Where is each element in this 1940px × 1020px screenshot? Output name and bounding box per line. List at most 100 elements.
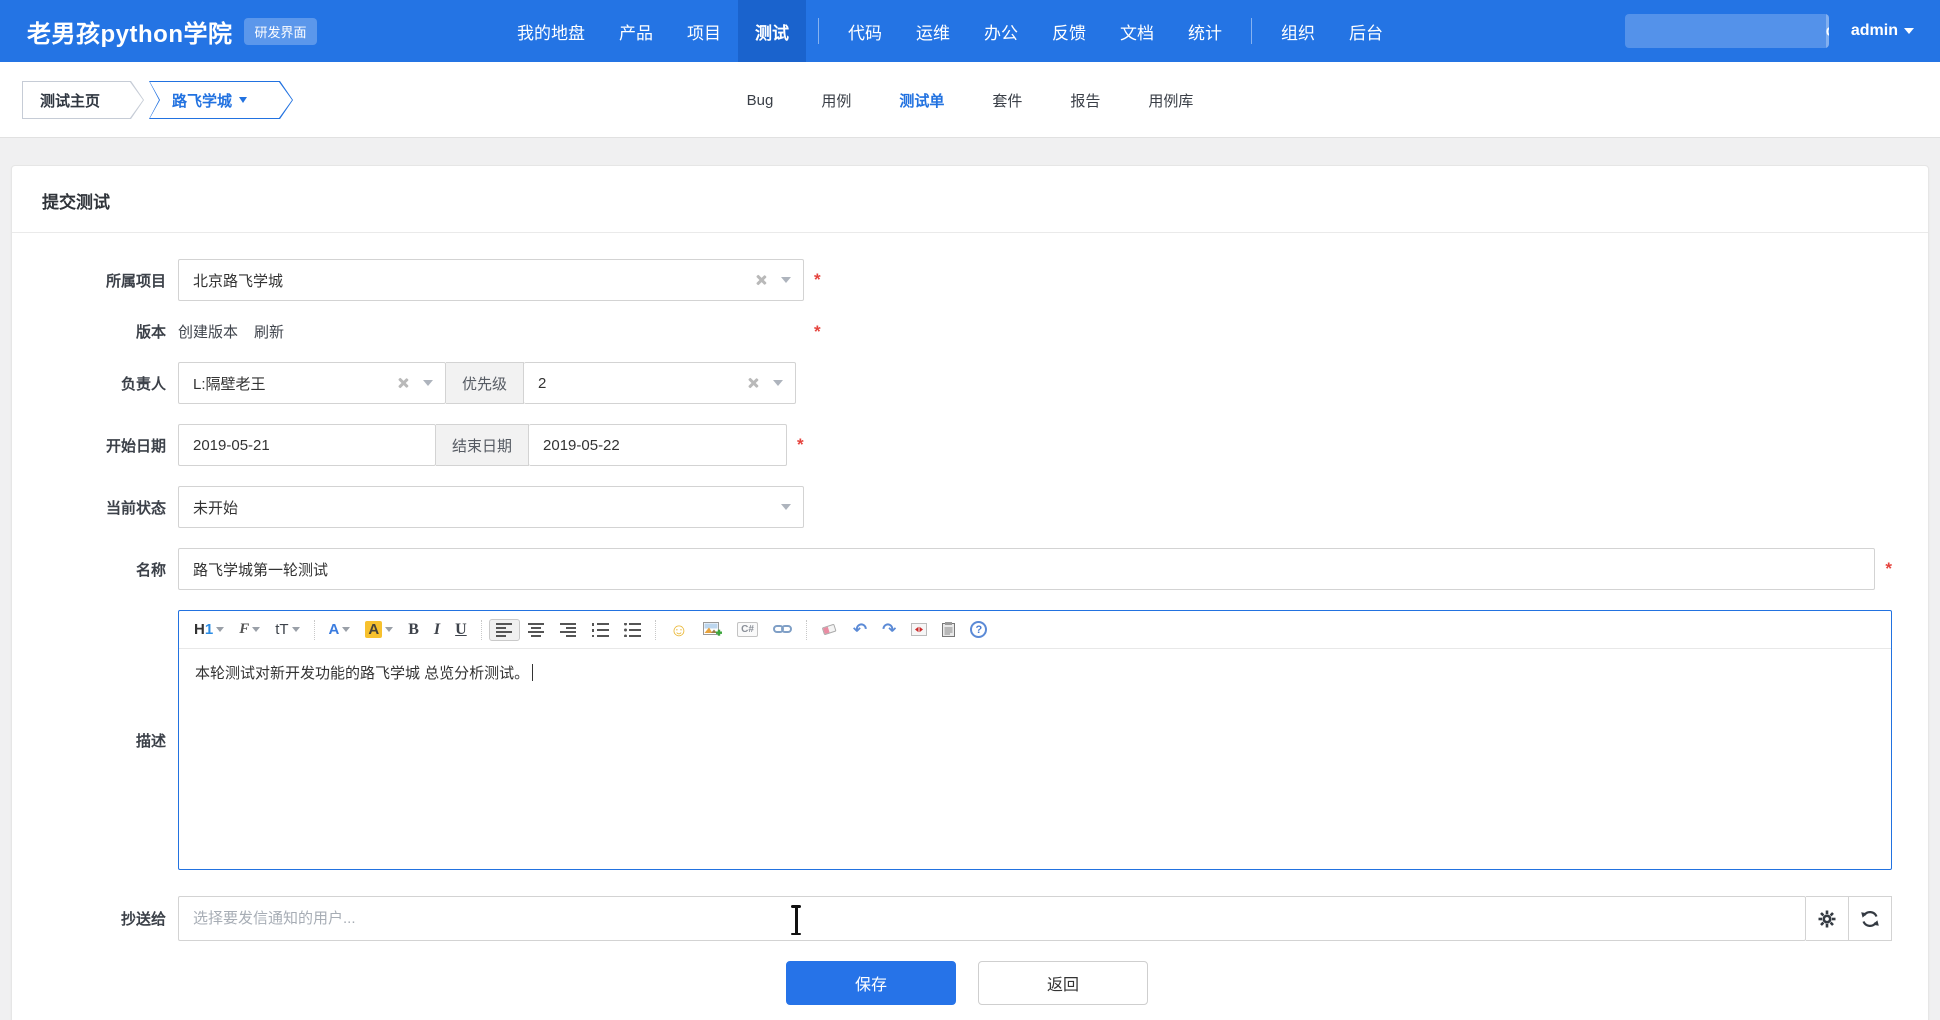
clear-icon[interactable] xyxy=(397,377,409,389)
end-date-input[interactable] xyxy=(529,425,787,465)
nav-item-stats[interactable]: 统计 xyxy=(1171,0,1239,62)
required-asterisk: * xyxy=(797,435,804,454)
mailto-refresh-button[interactable] xyxy=(1849,896,1892,941)
row-mailto: 抄送给 xyxy=(42,896,1892,941)
nav-item-office[interactable]: 办公 xyxy=(967,0,1035,62)
project-input[interactable] xyxy=(179,260,803,300)
search-input[interactable] xyxy=(1624,14,1826,48)
status-value: 未开始 xyxy=(193,499,239,517)
mailto-settings-button[interactable] xyxy=(1806,896,1849,941)
font-family-button[interactable]: F xyxy=(232,617,267,642)
mailto-input[interactable] xyxy=(179,897,1805,940)
user-name: admin xyxy=(1850,22,1898,39)
tab-caselib[interactable]: 用例库 xyxy=(1124,90,1217,111)
toolbar-divider xyxy=(654,619,656,640)
insert-link-icon[interactable] xyxy=(766,620,799,639)
main-nav: 我的地盘 产品 项目 测试 代码 运维 办公 反馈 文档 统计 组织 后台 xyxy=(500,0,1400,62)
create-build-link[interactable]: 创建版本 xyxy=(178,321,238,342)
row-dates: 开始日期 结束日期 * xyxy=(42,424,1892,466)
row-status: 当前状态 未开始 xyxy=(42,486,1892,528)
rd-view-badge: 研发界面 xyxy=(244,17,317,45)
status-select[interactable]: 未开始 xyxy=(178,486,804,528)
form-actions: 保存 返回 xyxy=(42,961,1892,1020)
undo-icon[interactable]: ↶ xyxy=(846,618,874,641)
insert-image-icon[interactable] xyxy=(696,618,729,641)
highlight-color-button[interactable]: A xyxy=(358,617,400,642)
nav-item-project[interactable]: 项目 xyxy=(670,0,738,62)
description-label: 描述 xyxy=(135,732,166,750)
nav-item-org[interactable]: 组织 xyxy=(1264,0,1332,62)
search-go-button[interactable]: GO! xyxy=(1825,14,1829,48)
end-date-label: 结束日期 xyxy=(436,424,530,466)
nav-item-admin-panel[interactable]: 后台 xyxy=(1332,0,1400,62)
back-button[interactable]: 返回 xyxy=(978,961,1148,1005)
row-name: 名称 * xyxy=(42,548,1892,590)
heading-format-button[interactable]: H1 xyxy=(187,617,231,642)
redo-icon[interactable]: ↷ xyxy=(875,618,903,641)
fullscreen-icon[interactable] xyxy=(904,619,934,640)
chevron-down-icon xyxy=(239,97,247,103)
begin-date-input[interactable] xyxy=(179,425,435,465)
chevron-down-icon[interactable] xyxy=(773,380,784,386)
row-owner-priority: 负责人 优先级 xyxy=(42,362,1892,404)
nav-item-ops[interactable]: 运维 xyxy=(899,0,967,62)
insert-code-icon[interactable]: C# xyxy=(730,618,765,641)
owner-label: 负责人 xyxy=(120,375,166,393)
breadcrumb-home-label: 测试主页 xyxy=(40,92,101,110)
underline-button[interactable]: U xyxy=(448,617,474,643)
nav-item-test[interactable]: 测试 xyxy=(738,0,806,62)
bold-button[interactable]: B xyxy=(401,617,426,643)
emoji-icon[interactable]: ☺ xyxy=(663,619,695,641)
unordered-list-icon[interactable] xyxy=(617,619,648,641)
align-left-icon[interactable] xyxy=(488,618,520,641)
font-size-button[interactable]: tT xyxy=(268,617,306,642)
rich-text-editor[interactable]: H1 F tT A A B I U ☺ C# ↶ ↷ ? 本轮测试对新开发功能的… xyxy=(178,610,1892,870)
user-menu[interactable]: admin xyxy=(1851,22,1914,40)
begin-date-label: 开始日期 xyxy=(105,437,166,455)
tab-report[interactable]: 报告 xyxy=(1046,90,1124,111)
align-right-icon[interactable] xyxy=(553,619,584,641)
submit-test-card: 提交测试 所属项目 * 版本 创建版本 刷新 * 负责人 xyxy=(11,165,1929,1020)
toolbar-divider xyxy=(480,619,482,640)
nav-item-code[interactable]: 代码 xyxy=(831,0,899,62)
nav-item-product[interactable]: 产品 xyxy=(602,0,670,62)
gear-icon xyxy=(1818,910,1836,927)
paste-icon[interactable] xyxy=(935,618,962,641)
row-description: 描述 H1 F tT A A B I U ☺ C# ↶ ↷ ? 本轮测试对新开发… xyxy=(42,610,1892,870)
breadcrumb-product-switcher[interactable]: 路飞学城 xyxy=(149,81,293,119)
ordered-list-icon[interactable] xyxy=(585,619,616,641)
name-input[interactable] xyxy=(179,549,1875,589)
breadcrumb-product-label: 路飞学城 xyxy=(172,92,233,110)
chevron-down-icon xyxy=(385,627,394,632)
eraser-icon[interactable] xyxy=(814,619,845,640)
tab-testtask[interactable]: 测试单 xyxy=(875,90,968,111)
app-logo[interactable]: 老男孩python学院 xyxy=(27,14,232,49)
tab-suite[interactable]: 套件 xyxy=(968,90,1046,111)
save-button[interactable]: 保存 xyxy=(786,961,956,1005)
name-label: 名称 xyxy=(135,561,166,579)
row-build: 版本 创建版本 刷新 * xyxy=(42,321,1892,342)
chevron-down-icon xyxy=(1904,28,1914,34)
nav-item-my-zone[interactable]: 我的地盘 xyxy=(500,0,602,62)
tab-case[interactable]: 用例 xyxy=(797,90,875,111)
chevron-down-icon[interactable] xyxy=(423,380,433,386)
card-header: 提交测试 xyxy=(12,166,1928,233)
help-icon[interactable]: ? xyxy=(963,617,994,642)
breadcrumb-test-home[interactable]: 测试主页 xyxy=(22,81,144,119)
chevron-down-icon[interactable] xyxy=(781,277,791,283)
nav-item-feedback[interactable]: 反馈 xyxy=(1035,0,1103,62)
italic-button[interactable]: I xyxy=(427,617,447,643)
nav-item-doc[interactable]: 文档 xyxy=(1103,0,1171,62)
refresh-build-link[interactable]: 刷新 xyxy=(254,321,284,342)
project-label: 所属项目 xyxy=(105,272,166,290)
editor-content[interactable]: 本轮测试对新开发功能的路飞学城 总览分析测试。 xyxy=(179,649,1891,869)
font-color-button[interactable]: A xyxy=(322,617,358,642)
status-label: 当前状态 xyxy=(105,499,166,517)
clear-icon[interactable] xyxy=(755,274,767,286)
test-section-tabs: Bug 用例 测试单 套件 报告 用例库 xyxy=(723,62,1218,138)
chevron-down-icon xyxy=(291,627,300,632)
tab-bug[interactable]: Bug xyxy=(723,92,798,109)
chevron-down-icon xyxy=(252,627,261,632)
clear-icon[interactable] xyxy=(747,377,759,389)
align-center-icon[interactable] xyxy=(521,619,552,641)
